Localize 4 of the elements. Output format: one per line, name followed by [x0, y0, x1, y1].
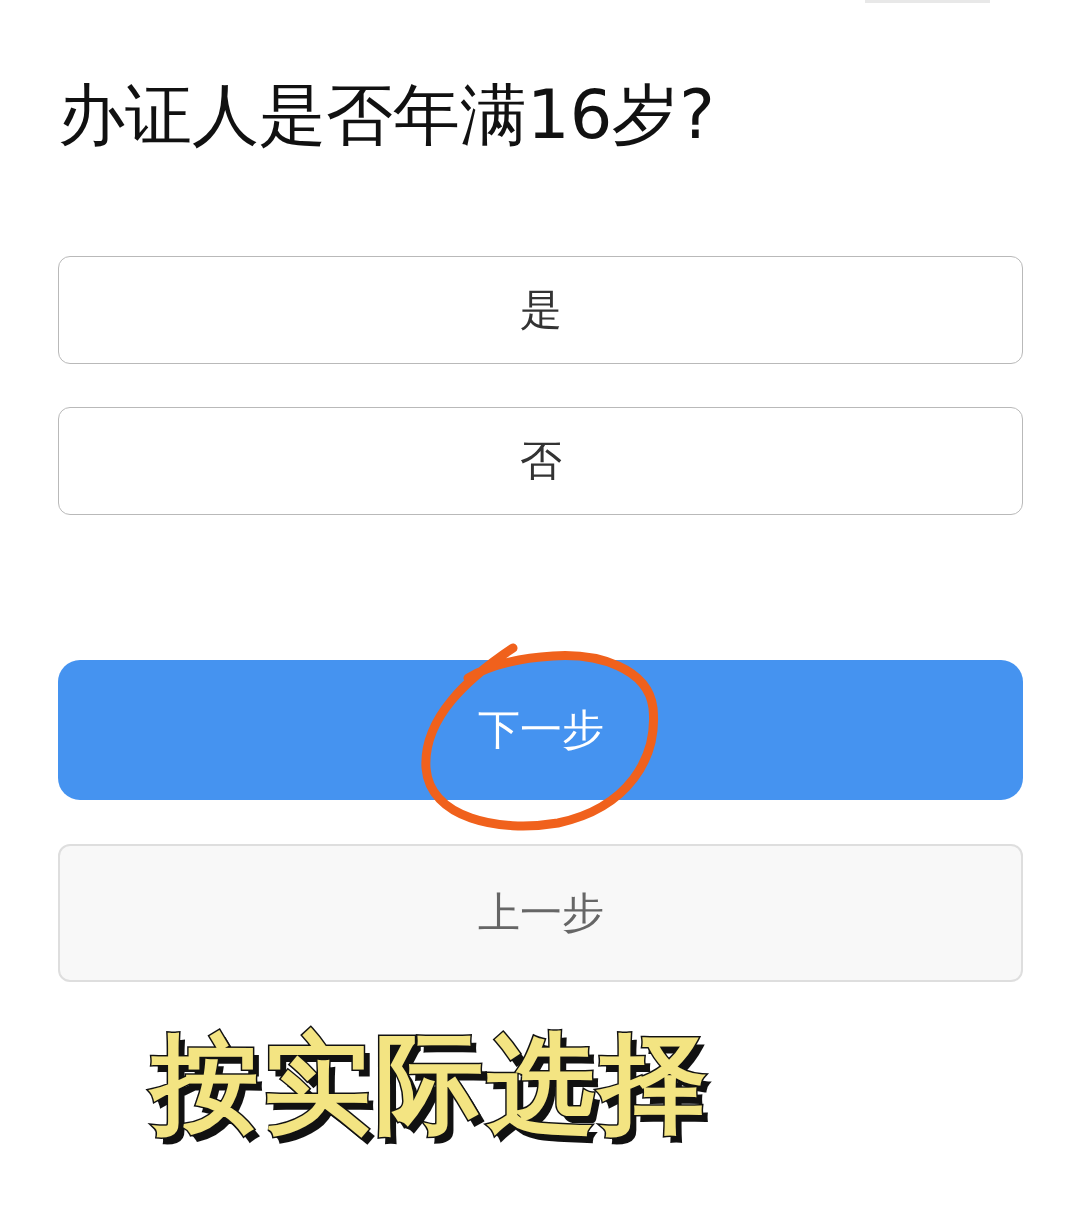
question-title: 办证人是否年满16岁? [58, 75, 716, 156]
back-button[interactable]: 上一步 [58, 844, 1023, 983]
option-button[interactable]: 否 [58, 407, 1023, 516]
option-button[interactable]: 是 [58, 256, 1023, 365]
